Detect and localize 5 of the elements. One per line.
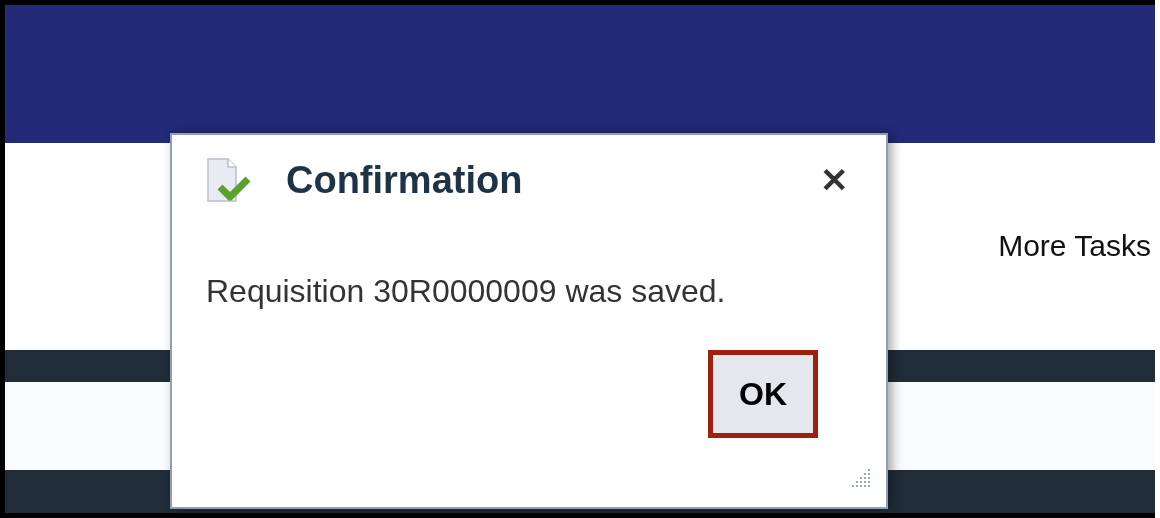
more-tasks-link[interactable]: More Tasks [998, 229, 1151, 263]
close-button[interactable]: ✕ [820, 160, 848, 200]
dialog-title: Confirmation [286, 158, 523, 202]
confirmation-message: Requisition 30R0000009 was saved. [206, 273, 727, 310]
ok-button[interactable]: OK [708, 350, 818, 438]
